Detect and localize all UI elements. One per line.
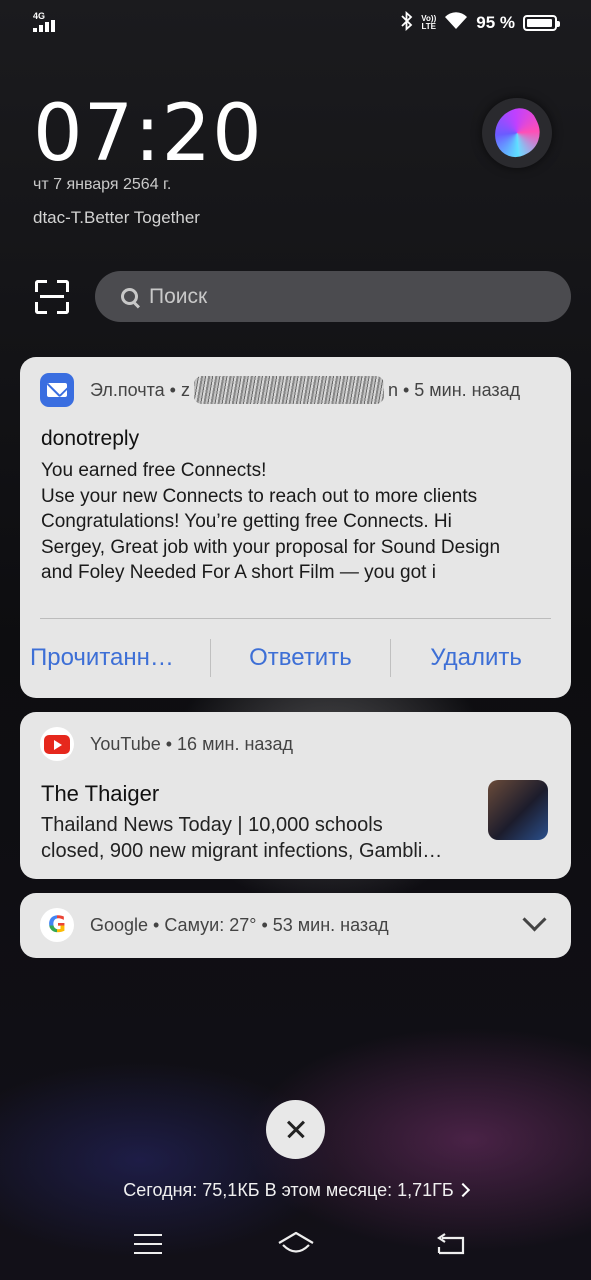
youtube-notification[interactable]: YouTube • 16 мин. назад The Thaiger Thai… [20, 712, 571, 879]
data-usage-link[interactable]: Сегодня: 75,1КБ В этом месяце: 1,71ГБ [0, 1180, 591, 1201]
email-notification[interactable]: Эл.почта • z n • 5 мин. назад donotreply… [20, 357, 571, 698]
google-notification[interactable]: G Google • Самуи: 27° • 53 мин. назад [20, 893, 571, 958]
scan-icon[interactable] [35, 280, 69, 314]
reply-button[interactable]: Ответить [211, 644, 391, 672]
notification-actions: Прочитанн… Ответить Удалить [20, 637, 571, 679]
battery-icon [523, 15, 560, 31]
search-placeholder: Поиск [149, 284, 208, 308]
app-name: Эл.почта [90, 379, 165, 400]
wifi-icon [444, 11, 468, 35]
search-bar[interactable]: Поиск [95, 271, 571, 322]
notification-header: Эл.почта • z n • 5 мин. назад [40, 373, 520, 407]
account-suffix: n [387, 379, 398, 400]
weather-info: Самуи: 27° [164, 914, 257, 935]
body-line: Congratulations! You’re getting free Con… [41, 511, 452, 532]
youtube-icon [40, 727, 74, 761]
mark-read-button[interactable]: Прочитанн… [20, 644, 210, 672]
notification-time: 16 мин. назад [177, 733, 293, 754]
expand-chevron-icon[interactable] [522, 907, 547, 932]
divider [40, 618, 551, 619]
notification-header: G Google • Самуи: 27° • 53 мин. назад [40, 908, 389, 942]
status-icons: Vo)) LTE 95 % [401, 10, 560, 36]
body-line: and Foley Needed For A short Film — you … [41, 562, 436, 583]
chevron-right-icon [455, 1182, 470, 1198]
notification-time: 5 мин. назад [414, 379, 521, 400]
signal-icon [33, 20, 57, 32]
assistant-orb-icon[interactable] [482, 98, 552, 168]
menu-nav-icon[interactable] [134, 1234, 162, 1254]
back-nav-icon[interactable] [436, 1233, 466, 1255]
video-channel: The Thaiger [41, 781, 160, 806]
body-line: closed, 900 new migrant infections, Gamb… [41, 839, 443, 862]
search-icon [121, 287, 139, 306]
email-body: You earned free Connects! Use your new C… [41, 458, 556, 586]
google-icon: G [40, 908, 74, 942]
app-name: YouTube [90, 733, 161, 754]
bluetooth-icon [401, 10, 413, 36]
lockscreen-date: чт 7 января 2564 г. [33, 176, 172, 193]
email-sender: donotreply [41, 427, 140, 450]
carrier-name: dtac-T.Better Together [33, 208, 200, 227]
app-name: Google [90, 914, 149, 935]
notification-time: 53 мин. назад [272, 914, 389, 935]
notification-header: YouTube • 16 мин. назад [40, 727, 293, 761]
mail-icon [40, 373, 74, 407]
delete-button[interactable]: Удалить [391, 644, 571, 672]
body-line: Thailand News Today | 10,000 schools [41, 814, 383, 836]
video-thumbnail [488, 780, 548, 840]
battery-percent: 95 % [476, 13, 515, 32]
clear-all-button[interactable] [266, 1100, 325, 1159]
body-line: Sergey, Great job with your proposal for… [41, 536, 501, 558]
home-nav-icon[interactable] [276, 1230, 316, 1258]
lockscreen-clock: 07:20 [33, 89, 263, 179]
body-line: Use your new Connects to reach out to mo… [41, 485, 478, 507]
volte-icon: Vo)) LTE [421, 14, 437, 31]
body-line: You earned free Connects! [41, 460, 267, 481]
account-prefix: z [180, 379, 190, 400]
video-title: Thailand News Today | 10,000 schools clo… [41, 813, 471, 864]
redacted-account [193, 376, 384, 404]
